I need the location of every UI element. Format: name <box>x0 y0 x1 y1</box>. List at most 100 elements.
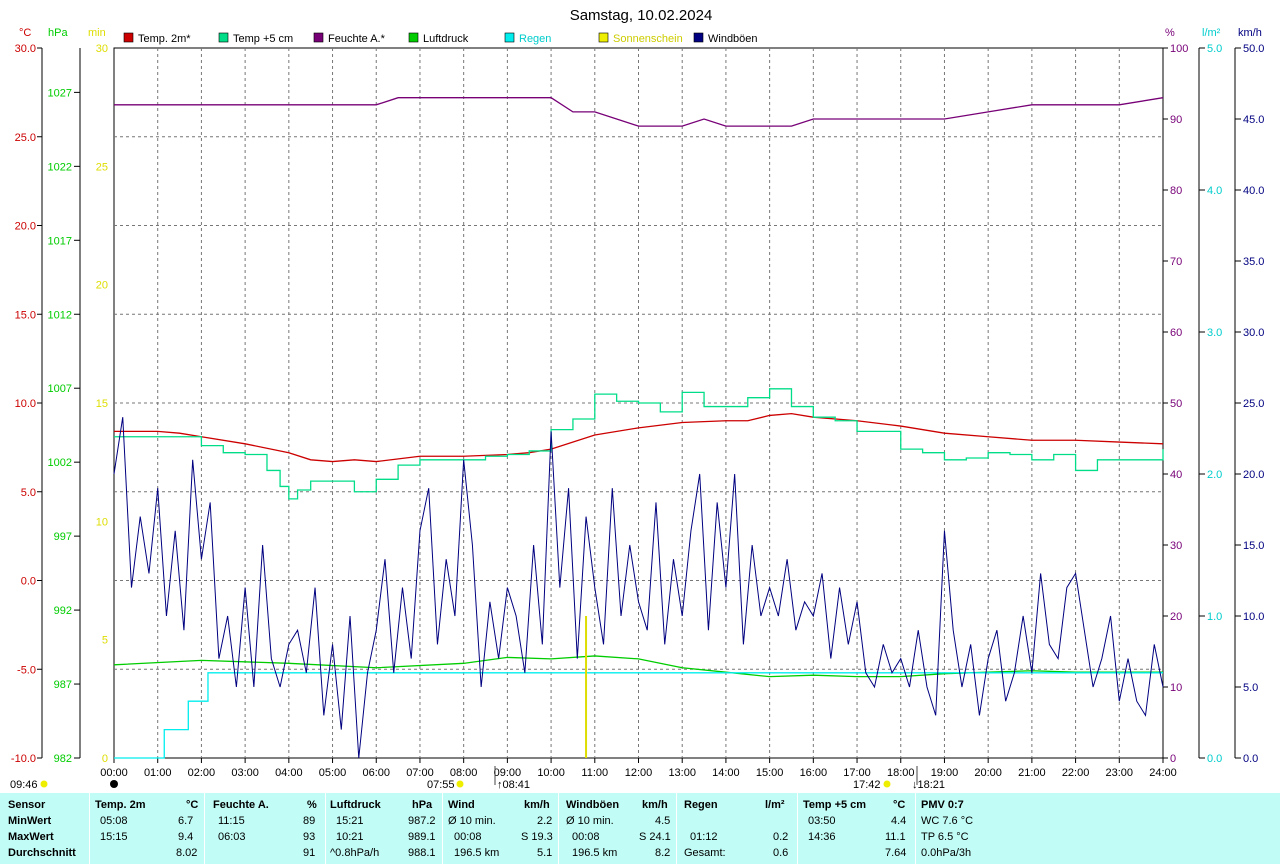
wind-tick-label: 45.0 <box>1243 114 1264 126</box>
temp-max-time: 15:15 <box>100 831 128 843</box>
rain-total: 0.6 <box>773 847 789 859</box>
stats-col-pressure: Luftdruck hPa 15:21 987.2 10:21 989.1 ^0… <box>326 793 443 864</box>
sun-tick-label: 0 <box>102 753 108 765</box>
temp5-max-val: 11.1 <box>885 831 906 843</box>
rain-max-val: 0.2 <box>773 831 789 843</box>
wind-min-val: 2.2 <box>537 815 553 827</box>
temp-header: Temp. 2m <box>95 799 146 811</box>
temp-tick-label: 20.0 <box>15 221 36 233</box>
wind-max-val: S 19.3 <box>521 831 553 843</box>
rain-tick-label: 4.0 <box>1207 185 1222 197</box>
wind-distance: 196.5 km <box>454 847 500 859</box>
pressure-header: Luftdruck <box>330 799 381 811</box>
sunset-label: 17:42 <box>853 779 881 791</box>
sunset-icon <box>883 780 891 788</box>
time-tick-label: 08:00 <box>450 767 478 779</box>
pressure-unit-label: hPa <box>48 27 68 39</box>
stats-label-min: MinWert <box>8 815 52 827</box>
stats-label-sensor: Sensor <box>8 799 46 811</box>
time-tick-label: 15:00 <box>756 767 784 779</box>
legend-label: Feuchte A.* <box>328 33 386 45</box>
sun-tick-label: 30 <box>96 43 108 55</box>
wind-tick-label: 5.0 <box>1243 682 1258 694</box>
legend-swatch <box>598 32 609 43</box>
temp-tick-label: 10.0 <box>15 398 36 410</box>
rain-tick-label: 3.0 <box>1207 327 1222 339</box>
wind-tick-label: 35.0 <box>1243 256 1264 268</box>
time-tick-label: 07:00 <box>406 767 434 779</box>
temp-tick-label: 25.0 <box>15 132 36 144</box>
weather-chart: Samstag, 10.02.2024 Temp. 2m* Temp +5 cm F… <box>10 7 1264 791</box>
time-tick-label: 14:00 <box>712 767 740 779</box>
pmv-trend: 0.0hPa/3h <box>921 847 972 859</box>
sun-unit-label: min <box>88 27 106 39</box>
wind-tick-label: 30.0 <box>1243 327 1264 339</box>
stats-col-rain: Regen l/m² 01:12 0.2 Gesamt: 0.6 <box>677 793 798 864</box>
rain-unit-label: l/m² <box>1202 27 1221 39</box>
stats-col-temp5: Temp +5 cm °C 03:50 4.4 14:36 11.1 7.64 <box>798 793 916 864</box>
pressure-avg: 988.1 <box>408 847 436 859</box>
time-tick-label: 22:00 <box>1062 767 1090 779</box>
sun-tick-label: 10 <box>96 516 108 528</box>
pressure-trend: ^0.8hPa/h <box>330 847 380 859</box>
moon-icon <box>110 780 118 788</box>
wind-tick-label: 40.0 <box>1243 185 1264 197</box>
stats-col-humidity: Feuchte A. % 11:15 89 06:03 93 91 <box>205 793 326 864</box>
legend-label: Windböen <box>708 33 758 45</box>
rain-tick-label: 0.0 <box>1207 753 1222 765</box>
wind-tick-label: 15.0 <box>1243 540 1264 552</box>
gust-header: Windböen <box>566 799 620 811</box>
temp5-header: Temp +5 cm <box>803 799 867 811</box>
time-tick-label: 17:00 <box>843 767 871 779</box>
legend-label: Temp +5 cm <box>233 33 293 45</box>
temp-min-val: 6.7 <box>178 815 194 827</box>
pressure-tick-label: 1012 <box>48 309 72 321</box>
sun-icon <box>40 780 48 788</box>
pressure-min-val: 987.2 <box>408 815 436 827</box>
time-tick-label: 16:00 <box>800 767 828 779</box>
temp-tick-label: 15.0 <box>15 309 36 321</box>
time-tick-label: 12:00 <box>625 767 653 779</box>
time-tick-label: 24:00 <box>1149 767 1177 779</box>
humidity-unit: % <box>307 799 317 811</box>
wind-tick-label: 50.0 <box>1243 43 1264 55</box>
wind-unit: km/h <box>524 799 550 811</box>
pressure-max-time: 10:21 <box>336 831 364 843</box>
time-tick-label: 05:00 <box>319 767 347 779</box>
rain-unit: l/m² <box>765 799 785 811</box>
rain-total-label: Gesamt: <box>684 847 726 859</box>
humidity-tick-label: 10 <box>1170 682 1182 694</box>
legend-label: Temp. 2m* <box>138 33 191 45</box>
wind-min-label: Ø 10 min. <box>448 815 496 827</box>
temp-tick-label: 5.0 <box>21 487 36 499</box>
wind-max-time: 00:08 <box>454 831 482 843</box>
humidity-header: Feuchte A. <box>213 799 269 811</box>
stats-label-avg: Durchschnitt <box>8 847 76 859</box>
time-tick-label: 23:00 <box>1106 767 1134 779</box>
wind-avg: 5.1 <box>537 847 553 859</box>
pressure-min-time: 15:21 <box>336 815 364 827</box>
pressure-max-val: 989.1 <box>408 831 436 843</box>
sunrise-icon <box>456 780 464 788</box>
stats-col-gust: Windböen km/h Ø 10 min. 4.5 00:08 S 24.1… <box>559 793 677 864</box>
time-tick-label: 20:00 <box>974 767 1002 779</box>
pressure-tick-label: 987 <box>54 679 72 691</box>
temp5-avg: 7.64 <box>885 847 907 859</box>
time-tick-label: 18:00 <box>887 767 915 779</box>
wind-unit-label: km/h <box>1238 27 1262 39</box>
wind-header: Wind <box>448 799 475 811</box>
humidity-tick-label: 80 <box>1170 185 1182 197</box>
x-axis: 00:00 01:00 02:00 03:00 04:00 05:00 06:00 07:00… <box>100 758 1177 779</box>
time-tick-label: 06:00 <box>362 767 390 779</box>
sun-tick-label: 15 <box>96 398 108 410</box>
temp-tick-label: -10.0 <box>11 753 36 765</box>
humidity-max-time: 06:03 <box>218 831 246 843</box>
time-tick-label: 01:00 <box>144 767 172 779</box>
wind-tick-label: 20.0 <box>1243 469 1264 481</box>
temp-unit-label: °C <box>19 27 31 39</box>
stats-table: Sensor MinWert MaxWert Durchschnitt Temp… <box>0 793 1280 864</box>
temp5-min-val: 4.4 <box>891 815 907 827</box>
pressure-tick-label: 997 <box>54 531 72 543</box>
wind-tick-label: 25.0 <box>1243 398 1264 410</box>
temp-max-val: 9.4 <box>178 831 194 843</box>
